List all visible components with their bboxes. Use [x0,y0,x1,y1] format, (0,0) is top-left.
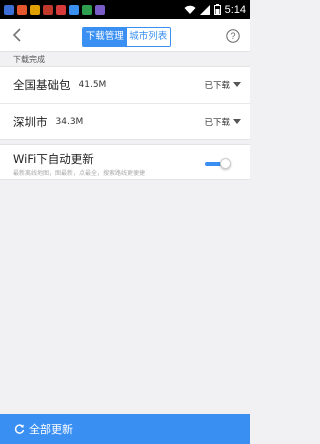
map-package-size: 41.5M [78,80,107,90]
map-package-name: 深圳市 [13,114,48,129]
notification-icons [4,4,105,15]
tab-download-manager[interactable]: 下载管理 [83,28,127,46]
notification-app-icon [4,4,14,15]
chevron-down-icon[interactable] [233,82,241,87]
chevron-down-icon[interactable] [233,119,241,124]
refresh-icon [14,423,25,434]
map-package-size: 34.3M [55,116,84,127]
tab-city-list[interactable]: 城市列表 [126,28,170,46]
svg-text:?: ? [230,31,235,41]
download-list: 全国基础包 41.5M 已下载 深圳市 34.3M 已下载 [0,66,250,140]
update-all-label: 全部更新 [29,423,73,436]
notification-app-icon [43,4,53,15]
status-right: 5:14 [184,4,246,16]
header: 下载管理 城市列表 ? [0,19,250,52]
time-label: 5:14 [224,3,246,16]
segmented-tabs: 下载管理 城市列表 [82,27,171,47]
back-arrow-icon[interactable] [10,27,26,43]
wifi-signal-icon [184,5,196,14]
map-package-name: 全国基础包 [13,78,71,92]
wifi-auto-update-row: WiFi下自动更新 最新离线地图，图最新，点最全，搜索路线更便捷 [0,144,250,180]
help-icon[interactable]: ? [226,29,240,43]
wifi-setting-title: WiFi下自动更新 [13,152,94,166]
notification-app-icon [69,4,79,15]
toggle-thumb [220,158,231,169]
notification-app-icon [17,4,27,15]
battery-icon [213,4,221,15]
download-status: 已下载 [204,117,230,128]
cell-signal-icon [199,4,210,15]
wifi-auto-update-toggle[interactable] [205,158,231,169]
download-item[interactable]: 全国基础包 41.5M 已下载 [0,67,250,103]
notification-app-icon [56,4,66,15]
section-label: 下载完成 [13,55,45,64]
wifi-setting-description: 最新离线地图，图最新，点最全，搜索路线更便捷 [13,170,146,177]
notification-app-icon [95,4,105,15]
notification-app-icon [82,4,92,15]
notification-app-icon [30,4,40,15]
download-item[interactable]: 深圳市 34.3M 已下载 [0,103,250,139]
download-status: 已下载 [204,81,230,91]
update-all-button[interactable]: 全部更新 [0,414,250,444]
status-bar: 5:14 [0,0,250,19]
